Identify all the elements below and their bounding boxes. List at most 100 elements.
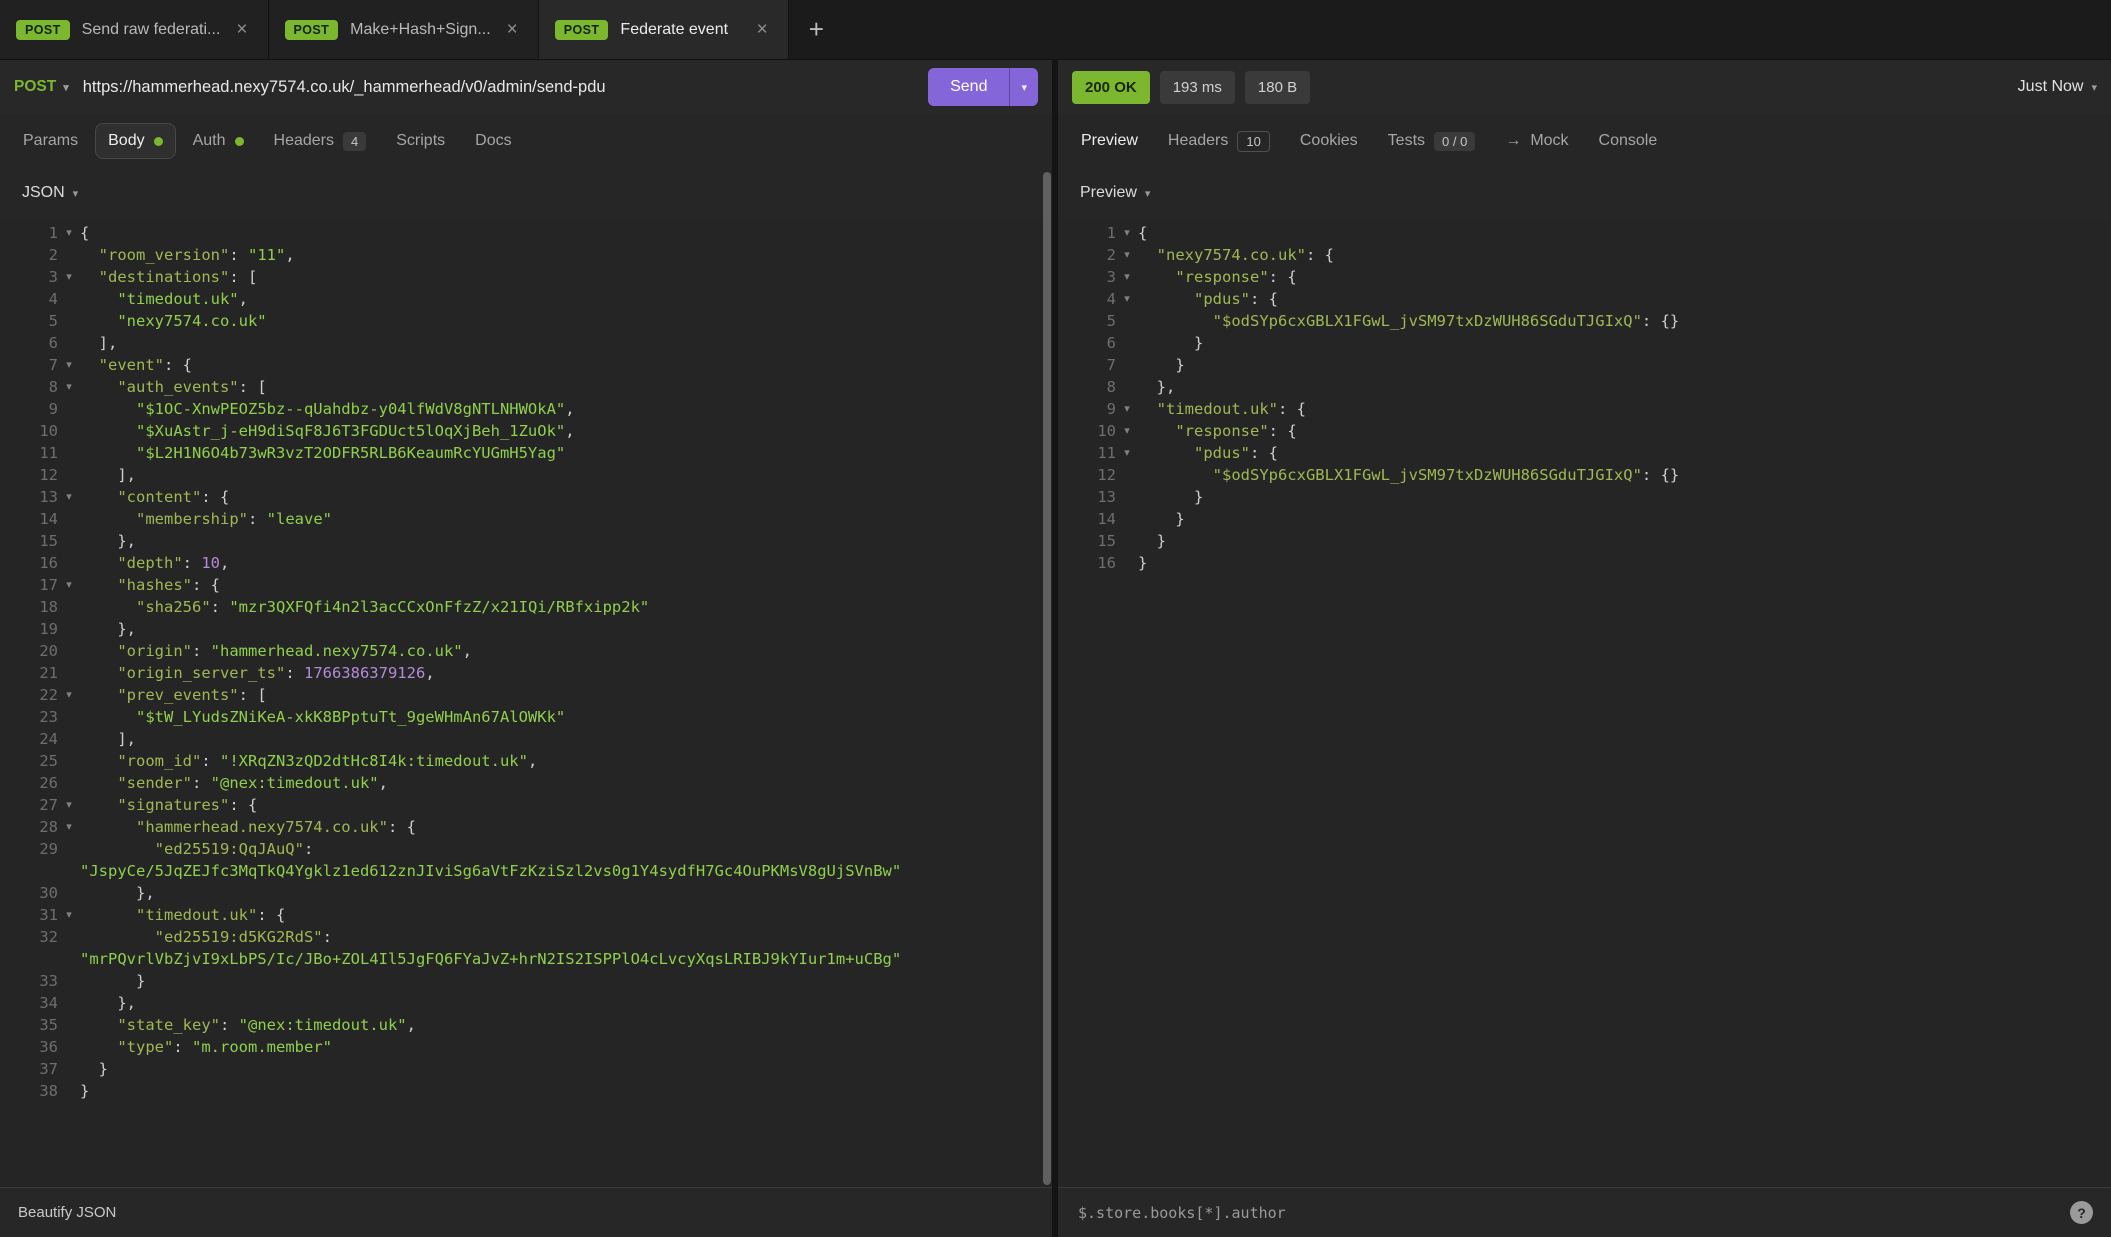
- fold-caret-icon[interactable]: ▾: [58, 574, 80, 596]
- request-panel-tab-params[interactable]: Params: [10, 123, 91, 159]
- line-number: 12: [1058, 464, 1116, 486]
- code-text: "nexy7574.co.uk": [80, 310, 1052, 332]
- fold-caret-icon[interactable]: ▾: [58, 684, 80, 706]
- code-line: 5 "nexy7574.co.uk": [0, 310, 1052, 332]
- code-text: }: [80, 1080, 1052, 1102]
- response-panel-tab-headers[interactable]: Headers10: [1155, 122, 1283, 161]
- request-pane: POST ▾ https://hammerhead.nexy7574.co.uk…: [0, 60, 1052, 1237]
- url-input[interactable]: https://hammerhead.nexy7574.co.uk/_hamme…: [83, 78, 918, 97]
- fold-caret-icon[interactable]: ▾: [58, 266, 80, 288]
- code-text: },: [80, 992, 1052, 1014]
- fold-caret-icon[interactable]: ▾: [1116, 288, 1138, 310]
- jsonpath-filter-input[interactable]: [1076, 1203, 2058, 1223]
- fold-caret-spacer: [1116, 310, 1138, 332]
- send-button[interactable]: Send ▾: [928, 68, 1038, 106]
- fold-caret-icon[interactable]: ▾: [1116, 222, 1138, 244]
- line-gutter: 2: [0, 244, 80, 266]
- fold-caret-spacer: [1116, 354, 1138, 376]
- send-options-chevron-icon[interactable]: ▾: [1009, 68, 1038, 106]
- line-gutter: 11▾: [1058, 442, 1138, 464]
- fold-caret-spacer: [58, 552, 80, 574]
- request-body-editor[interactable]: 1▾{2 "room_version": "11",3▾ "destinatio…: [0, 218, 1052, 1187]
- line-number: 22: [0, 684, 58, 706]
- preview-mode-dropdown[interactable]: Preview ▾: [1080, 184, 1150, 202]
- fold-caret-icon[interactable]: ▾: [58, 222, 80, 244]
- beautify-json-button[interactable]: Beautify JSON: [18, 1204, 116, 1221]
- fold-caret-spacer: [58, 1080, 80, 1102]
- close-tab-icon[interactable]: ×: [503, 18, 522, 41]
- line-number: 18: [0, 596, 58, 618]
- response-panel-tab-cookies[interactable]: Cookies: [1287, 123, 1371, 159]
- code-text: "event": {: [80, 354, 1052, 376]
- open-request-tab[interactable]: POSTMake+Hash+Sign...×: [269, 0, 539, 59]
- code-line: 15 },: [0, 530, 1052, 552]
- new-request-tab-button[interactable]: +: [789, 0, 844, 59]
- chevron-down-icon: ▾: [73, 187, 79, 200]
- fold-caret-icon[interactable]: ▾: [58, 354, 80, 376]
- fold-caret-icon[interactable]: ▾: [1116, 244, 1138, 266]
- fold-caret-icon[interactable]: ▾: [1116, 398, 1138, 420]
- line-number: 17: [0, 574, 58, 596]
- line-number: 32: [0, 926, 58, 970]
- line-number: 6: [0, 332, 58, 354]
- body-language-dropdown[interactable]: JSON ▾: [22, 184, 78, 202]
- request-panel-tab-headers[interactable]: Headers4: [261, 123, 380, 160]
- response-panel-tab-preview[interactable]: Preview: [1068, 123, 1151, 159]
- code-line: 31▾ "timedout.uk": {: [0, 904, 1052, 926]
- request-panel-tab-auth[interactable]: Auth: [180, 123, 257, 159]
- response-body-viewer[interactable]: 1▾{2▾ "nexy7574.co.uk": {3▾ "response": …: [1058, 218, 2111, 1187]
- method-selector[interactable]: POST ▾: [14, 78, 69, 96]
- fold-caret-icon[interactable]: ▾: [1116, 442, 1138, 464]
- request-panel-tab-body[interactable]: Body: [95, 123, 175, 159]
- fold-caret-icon[interactable]: ▾: [58, 816, 80, 838]
- code-text: "type": "m.room.member": [80, 1036, 1052, 1058]
- fold-caret-spacer: [58, 838, 80, 882]
- code-line: 18 "sha256": "mzr3QXFQfi4n2l3acCCxOnFfzZ…: [0, 596, 1052, 618]
- line-gutter: 27▾: [0, 794, 80, 816]
- response-panel-tab-console[interactable]: Console: [1586, 123, 1671, 159]
- count-badge: 0 / 0: [1434, 132, 1475, 151]
- line-number: 10: [0, 420, 58, 442]
- line-gutter: 15: [0, 530, 80, 552]
- response-panel-tab-mock[interactable]: →Mock: [1492, 123, 1581, 159]
- fold-caret-icon[interactable]: ▾: [58, 376, 80, 398]
- code-line: 19 },: [0, 618, 1052, 640]
- code-text: "$L2H1N6O4b73wR3vzT2ODFR5RLB6KeaumRcYUGm…: [80, 442, 1052, 464]
- editor-scrollbar[interactable]: [1043, 172, 1051, 1185]
- line-number: 4: [0, 288, 58, 310]
- response-panel-tab-tests[interactable]: Tests0 / 0: [1375, 123, 1489, 160]
- code-line: 12 "$odSYp6cxGBLX1FGwL_jvSM97txDzWUH86SG…: [1058, 464, 2111, 486]
- line-number: 15: [1058, 530, 1116, 552]
- code-text: "response": {: [1138, 420, 2111, 442]
- request-panel-tab-docs[interactable]: Docs: [462, 123, 524, 159]
- line-gutter: 17▾: [0, 574, 80, 596]
- fold-caret-icon[interactable]: ▾: [1116, 420, 1138, 442]
- code-line: 30 },: [0, 882, 1052, 904]
- line-gutter: 4▾: [1058, 288, 1138, 310]
- line-gutter: 5: [1058, 310, 1138, 332]
- fold-caret-spacer: [58, 1014, 80, 1036]
- line-gutter: 33: [0, 970, 80, 992]
- code-line: 37 }: [0, 1058, 1052, 1080]
- code-line: 1▾{: [1058, 222, 2111, 244]
- duration-badge: 193 ms: [1160, 71, 1235, 104]
- fold-caret-icon[interactable]: ▾: [58, 794, 80, 816]
- line-number: 25: [0, 750, 58, 772]
- code-line: 6 }: [1058, 332, 2111, 354]
- fold-caret-icon[interactable]: ▾: [58, 904, 80, 926]
- code-text: "signatures": {: [80, 794, 1052, 816]
- code-text: "$odSYp6cxGBLX1FGwL_jvSM97txDzWUH86SGduT…: [1138, 464, 2111, 486]
- request-panel-tab-scripts[interactable]: Scripts: [383, 123, 458, 159]
- open-request-tab[interactable]: POSTSend raw federati...×: [0, 0, 269, 59]
- code-line: 7▾ "event": {: [0, 354, 1052, 376]
- response-history-dropdown[interactable]: Just Now ▾: [2018, 78, 2097, 96]
- help-icon[interactable]: ?: [2070, 1201, 2093, 1224]
- close-tab-icon[interactable]: ×: [232, 18, 251, 41]
- open-request-tab[interactable]: POSTFederate event×: [539, 0, 789, 59]
- close-tab-icon[interactable]: ×: [753, 18, 772, 41]
- code-line: 38}: [0, 1080, 1052, 1102]
- line-number: 34: [0, 992, 58, 1014]
- fold-caret-icon[interactable]: ▾: [1116, 266, 1138, 288]
- fold-caret-icon[interactable]: ▾: [58, 486, 80, 508]
- send-label[interactable]: Send: [928, 68, 1009, 106]
